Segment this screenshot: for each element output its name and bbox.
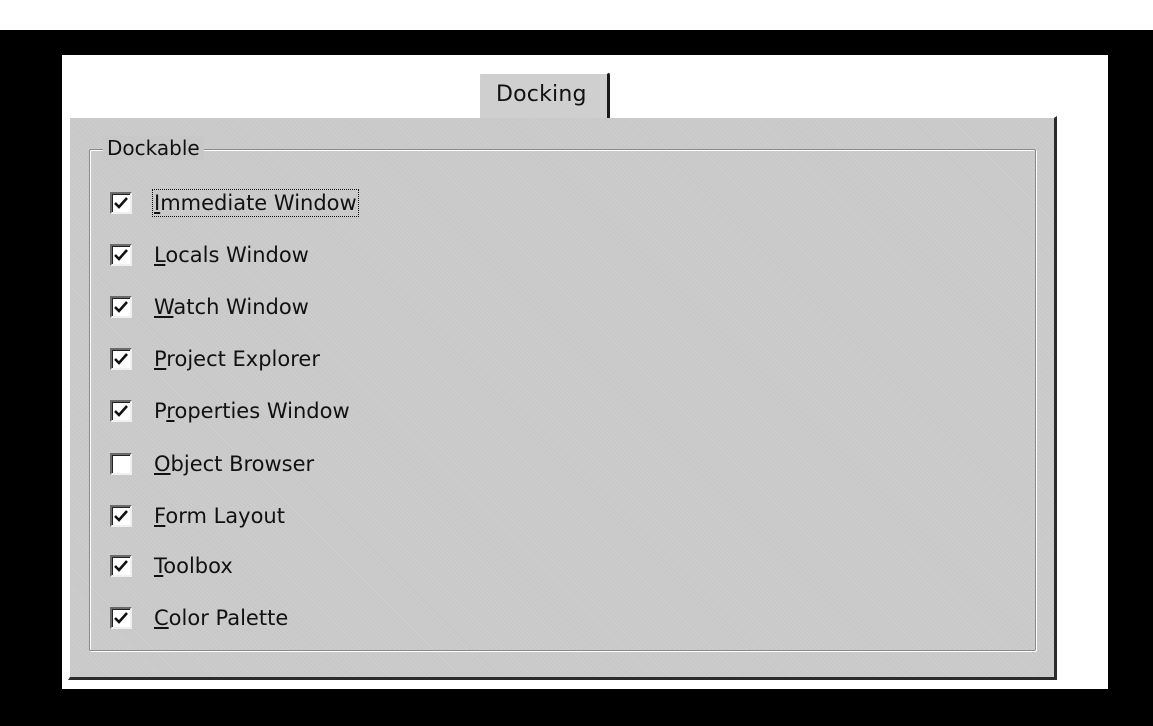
checkbox-label: Immediate Window [152, 189, 359, 217]
background-top [0, 0, 1153, 30]
checkbox-label: Watch Window [154, 295, 309, 319]
checkbox-label: Locals Window [154, 243, 309, 267]
checkbox[interactable] [110, 348, 132, 370]
checkbox[interactable] [110, 192, 132, 214]
checkbox-label: Color Palette [154, 606, 289, 630]
checkbox[interactable] [110, 453, 132, 475]
checkmark-icon [114, 249, 128, 261]
checkbox-label: Project Explorer [154, 347, 320, 371]
checkbox[interactable] [110, 296, 132, 318]
checkbox-option[interactable]: Properties Window [110, 396, 350, 426]
checkbox-option[interactable]: Toolbox [110, 551, 233, 581]
checkmark-icon [114, 405, 128, 417]
checkbox-label: Object Browser [154, 452, 315, 476]
group-title: Dockable [103, 136, 204, 160]
checkbox-label: Properties Window [154, 399, 350, 423]
checkmark-icon [114, 560, 128, 572]
checkbox-option[interactable]: Locals Window [110, 240, 309, 270]
checkbox-option[interactable]: Immediate Window [110, 188, 359, 218]
checkbox[interactable] [110, 244, 132, 266]
checkmark-icon [114, 353, 128, 365]
checkbox-option[interactable]: Color Palette [110, 603, 288, 633]
checkbox-option[interactable]: Form Layout [110, 501, 285, 531]
checkbox-label: Form Layout [154, 504, 285, 528]
checkbox-label: Toolbox [154, 554, 233, 578]
checkbox[interactable] [110, 607, 132, 629]
checkmark-icon [114, 197, 128, 209]
checkbox-option[interactable]: Watch Window [110, 292, 309, 322]
checkbox[interactable] [110, 505, 132, 527]
checkmark-icon [114, 510, 128, 522]
checkbox[interactable] [110, 400, 132, 422]
checkbox-option[interactable]: Object Browser [110, 449, 314, 479]
tab-docking[interactable]: Docking [478, 72, 610, 118]
checkmark-icon [114, 301, 128, 313]
checkbox[interactable] [110, 555, 132, 577]
checkmark-icon [114, 612, 128, 624]
tab-docking-label: Docking [496, 82, 587, 107]
checkbox-option[interactable]: Project Explorer [110, 344, 320, 374]
